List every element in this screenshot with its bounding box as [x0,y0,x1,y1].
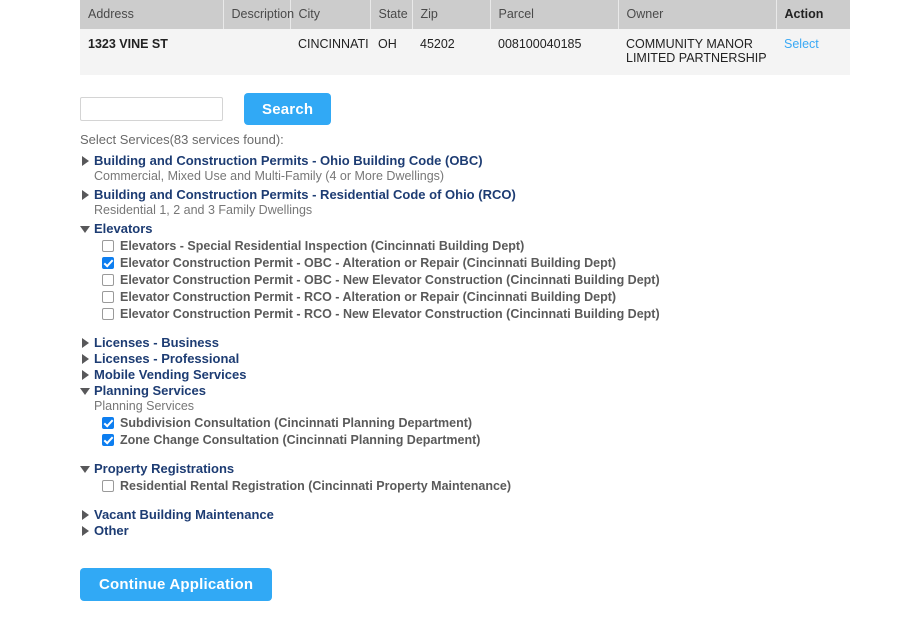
column-header-city: City [290,0,371,29]
service-group-header[interactable]: Vacant Building Maintenance [80,507,860,523]
cell-action: Select [776,29,850,75]
chevron-right-icon[interactable] [80,187,94,202]
service-group-title: Other [94,523,129,538]
service-option-label[interactable]: Residential Rental Registration (Cincinn… [120,478,511,494]
service-group-title: Vacant Building Maintenance [94,507,274,522]
column-header-state: State [370,0,413,29]
service-checkbox[interactable] [102,416,114,429]
service-checkbox[interactable] [102,479,114,492]
service-group-title: Property Registrations [94,461,235,476]
chevron-right-icon[interactable] [80,523,94,538]
service-checkbox[interactable] [102,307,114,320]
service-subgroup-label: Planning Services [94,399,195,413]
search-button[interactable]: Search [244,93,332,125]
service-option[interactable]: Zone Change Consultation (Cincinnati Pla… [102,431,860,448]
search-input[interactable] [80,97,223,121]
column-header-address: Address [80,0,224,29]
service-option-label[interactable]: Elevator Construction Permit - OBC - Alt… [120,255,616,271]
service-option[interactable]: Elevator Construction Permit - RCO - Alt… [102,288,860,305]
service-group-header[interactable]: Building and Construction Permits - Ohio… [80,153,860,169]
service-group-description: Commercial, Mixed Use and Multi-Family (… [94,169,445,183]
service-group-header[interactable]: Other [80,523,860,539]
service-group-header[interactable]: Licenses - Business [80,335,860,351]
service-group-title: Licenses - Professional [94,351,240,366]
service-group-mobile-vending: Mobile Vending Services [80,367,860,383]
service-option-label[interactable]: Subdivision Consultation (Cincinnati Pla… [120,415,472,431]
cell-city: CINCINNATI [290,29,370,75]
service-option-label[interactable]: Elevator Construction Permit - OBC - New… [120,272,660,288]
service-checkbox[interactable] [102,273,114,286]
service-checkbox[interactable] [102,239,114,252]
service-group-licenses-business: Licenses - Business [80,335,860,351]
service-group-title: Planning Services [94,383,206,398]
chevron-down-icon[interactable] [80,461,94,476]
service-group-other: Other [80,523,860,539]
service-option-label[interactable]: Elevators - Special Residential Inspecti… [120,238,524,254]
service-group-title: Building and Construction Permits - Ohio… [94,153,483,168]
services-caption: Select Services(83 services found): [80,132,284,147]
service-group-title: Licenses - Business [94,335,219,350]
service-group-planning-services: Planning Services Planning Services Subd… [80,383,860,448]
service-option-label[interactable]: Elevator Construction Permit - RCO - Alt… [120,289,616,305]
service-option-label[interactable]: Elevator Construction Permit - RCO - New… [120,306,660,322]
service-group-licenses-professional: Licenses - Professional [80,351,860,367]
column-header-description: Description [223,0,294,29]
service-checkbox[interactable] [102,433,114,446]
service-group-header[interactable]: Property Registrations [80,461,860,477]
service-group-header[interactable]: Licenses - Professional [80,351,860,367]
service-checkbox[interactable] [102,290,114,303]
service-group-header[interactable]: Planning Services [80,383,860,399]
chevron-down-icon[interactable] [80,383,94,398]
service-group-elevators: Elevators Elevators - Special Residentia… [80,221,860,322]
column-header-parcel: Parcel [490,0,619,29]
table-header-row: Address Description City State Zip Parce… [80,0,850,29]
service-option[interactable]: Subdivision Consultation (Cincinnati Pla… [102,414,860,431]
cell-parcel: 008100040185 [490,29,618,75]
service-group-header[interactable]: Mobile Vending Services [80,367,860,383]
chevron-right-icon[interactable] [80,335,94,350]
chevron-right-icon[interactable] [80,367,94,382]
column-header-action: Action [776,0,850,29]
service-option-label[interactable]: Zone Change Consultation (Cincinnati Pla… [120,432,480,448]
continue-application-button[interactable]: Continue Application [80,568,273,601]
service-checkbox[interactable] [102,256,114,269]
cell-zip: 45202 [412,29,490,75]
service-option[interactable]: Elevators - Special Residential Inspecti… [102,237,860,254]
services-tree: Building and Construction Permits - Ohio… [80,153,860,539]
service-group-property-registrations: Property Registrations Residential Renta… [80,461,860,494]
chevron-right-icon[interactable] [80,507,94,522]
service-option[interactable]: Elevator Construction Permit - OBC - New… [102,271,860,288]
cell-owner: COMMUNITY MANOR LIMITED PARTNERSHIP [618,29,776,75]
column-header-zip: Zip [412,0,491,29]
cell-address: 1323 VINE ST [80,29,223,75]
service-group-header[interactable]: Elevators [80,221,860,237]
service-group-header[interactable]: Building and Construction Permits - Resi… [80,187,860,203]
cell-state: OH [370,29,412,75]
cell-description [223,29,290,75]
column-header-owner: Owner [618,0,777,29]
chevron-right-icon[interactable] [80,351,94,366]
chevron-right-icon[interactable] [80,153,94,168]
chevron-down-icon[interactable] [80,221,94,236]
service-group-description: Residential 1, 2 and 3 Family Dwellings [94,203,313,217]
service-group-title: Mobile Vending Services [94,367,247,382]
select-link[interactable]: Select [784,37,819,51]
property-results-table: Address Description City State Zip Parce… [80,0,850,75]
service-group-title: Elevators [94,221,153,236]
service-option[interactable]: Residential Rental Registration (Cincinn… [102,477,860,494]
service-search-row: Search [80,93,332,125]
service-group-vacant-building: Vacant Building Maintenance [80,507,860,523]
service-group-building-rco: Building and Construction Permits - Resi… [80,187,860,221]
table-row: 1323 VINE ST CINCINNATI OH 45202 0081000… [80,29,850,75]
service-option[interactable]: Elevator Construction Permit - OBC - Alt… [102,254,860,271]
service-group-building-obc: Building and Construction Permits - Ohio… [80,153,860,187]
service-option[interactable]: Elevator Construction Permit - RCO - New… [102,305,860,322]
service-group-title: Building and Construction Permits - Resi… [94,187,516,202]
